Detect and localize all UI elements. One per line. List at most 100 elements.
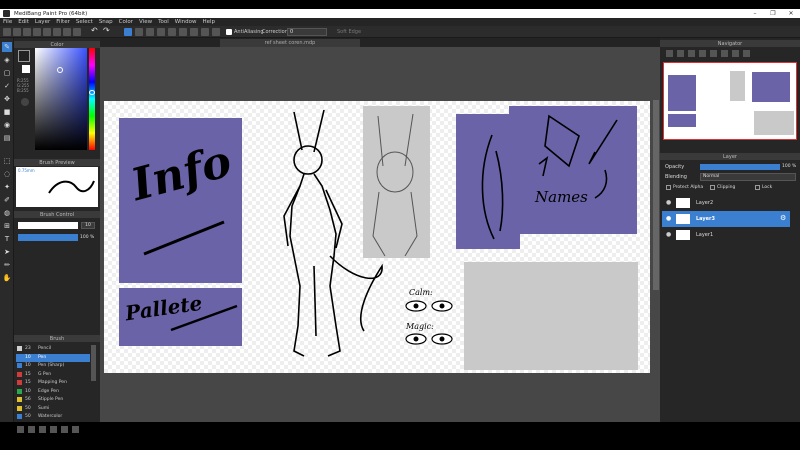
add-brush-icon[interactable] xyxy=(17,426,24,433)
rotate-right-icon[interactable] xyxy=(721,50,728,57)
secondary-color-swatch[interactable] xyxy=(22,65,30,73)
rotate-left-icon[interactable] xyxy=(710,50,717,57)
text-tool-icon[interactable]: T xyxy=(2,234,12,244)
gradient-tool-icon[interactable]: ▤ xyxy=(2,133,12,143)
menu-filter[interactable]: Filter xyxy=(56,19,70,25)
brush-size-slider[interactable] xyxy=(18,222,78,229)
eraser-tool-icon[interactable]: ◈ xyxy=(2,55,12,65)
divide-tool-icon[interactable]: ⊞ xyxy=(2,221,12,231)
brush-size-input[interactable]: 10 xyxy=(81,222,95,229)
brush-list-item[interactable]: 56 Stipple Pen xyxy=(16,396,90,404)
brush-import-icon[interactable] xyxy=(39,426,46,433)
snap-vanish-icon[interactable] xyxy=(201,28,209,36)
brush-list-item[interactable]: 15 Mapping Pen xyxy=(16,379,90,387)
menu-help[interactable]: Help xyxy=(202,19,215,25)
menu-select[interactable]: Select xyxy=(76,19,93,25)
navigator-preview[interactable] xyxy=(663,62,797,140)
layer-row-selected[interactable]: ● Layer3 ⚙ xyxy=(662,211,790,227)
check-icon[interactable]: ✓ xyxy=(2,81,12,91)
brush-tool-icon[interactable]: ✎ xyxy=(2,42,12,52)
document-tab[interactable]: ref sheet coren.mdp xyxy=(220,39,360,47)
zoom-in-icon[interactable] xyxy=(666,50,673,57)
snap-curve-icon[interactable] xyxy=(190,28,198,36)
open-file-icon[interactable] xyxy=(13,28,21,36)
select-pen-icon[interactable]: ✐ xyxy=(2,195,12,205)
layer-row[interactable]: ● Layer1 xyxy=(662,227,790,243)
menu-edit[interactable]: Edit xyxy=(18,19,29,25)
zoom-out-icon[interactable] xyxy=(677,50,684,57)
new-file-icon[interactable] xyxy=(3,28,11,36)
minimize-icon[interactable]: – xyxy=(746,9,764,18)
zoom-actual-icon[interactable] xyxy=(699,50,706,57)
color-sv-picker[interactable] xyxy=(35,48,87,150)
brush-list-item[interactable]: 10 Pen xyxy=(16,353,90,362)
vertical-scrollbar[interactable] xyxy=(653,100,659,290)
snap-off-icon[interactable] xyxy=(124,28,132,36)
brush-list-item[interactable]: 15 G Pen xyxy=(16,371,90,379)
flip-icon[interactable] xyxy=(743,50,750,57)
undo-icon[interactable]: ↶ xyxy=(91,26,99,35)
protect-alpha-checkbox[interactable] xyxy=(666,185,671,190)
brush-list-scrollbar[interactable] xyxy=(91,345,96,381)
layer-opacity-slider[interactable] xyxy=(700,164,780,170)
share-icon[interactable] xyxy=(53,28,61,36)
select-eraser-icon[interactable]: ◍ xyxy=(2,208,12,218)
dot-tool-icon[interactable]: ▢ xyxy=(2,68,12,78)
hand-tool-icon[interactable]: ✋ xyxy=(2,273,12,283)
menu-layer[interactable]: Layer xyxy=(35,19,50,25)
save-icon[interactable] xyxy=(23,28,31,36)
menu-color[interactable]: Color xyxy=(119,19,133,25)
rotate-reset-icon[interactable] xyxy=(732,50,739,57)
operation-tool-icon[interactable]: ➤ xyxy=(2,247,12,257)
snap-circle-icon[interactable] xyxy=(179,28,187,36)
brush-list-item[interactable]: 23 Pencil xyxy=(16,345,90,353)
layer-row[interactable]: ● Layer2 xyxy=(662,195,790,211)
menu-snap[interactable]: Snap xyxy=(99,19,113,25)
brush-list-item[interactable]: 50 Watercolor xyxy=(16,413,90,421)
brush-folder-icon[interactable] xyxy=(50,426,57,433)
menu-tool[interactable]: Tool xyxy=(158,19,169,25)
brush-opacity-slider[interactable] xyxy=(18,234,78,241)
brush-list-item[interactable]: 10 Edge Pen xyxy=(16,388,90,396)
snap-parallel-icon[interactable] xyxy=(135,28,143,36)
layer-visibility-icon[interactable]: ● xyxy=(666,231,671,238)
brush-delete-icon[interactable] xyxy=(72,426,79,433)
menu-view[interactable]: View xyxy=(139,19,152,25)
lock-checkbox[interactable] xyxy=(755,185,760,190)
brush-list-item[interactable]: 50 Sumi xyxy=(16,405,90,413)
help-icon[interactable] xyxy=(73,28,81,36)
brush-copy-icon[interactable] xyxy=(28,426,35,433)
magic-wand-icon[interactable]: ✦ xyxy=(2,182,12,192)
blending-select[interactable]: Normal xyxy=(700,173,796,181)
layer-visibility-icon[interactable]: ● xyxy=(666,215,671,222)
drawing-canvas[interactable]: Info Pallete Names Calm: Magic: xyxy=(104,101,650,373)
shape-tool-icon[interactable]: ■ xyxy=(2,107,12,117)
menu-file[interactable]: File xyxy=(3,19,12,25)
close-icon[interactable]: ✕ xyxy=(782,9,800,18)
clipping-checkbox[interactable] xyxy=(710,185,715,190)
snap-settings-icon[interactable] xyxy=(212,28,220,36)
correction-select[interactable]: 0 xyxy=(287,28,327,36)
cloud-icon[interactable] xyxy=(33,28,41,36)
snap-cross-icon[interactable] xyxy=(146,28,154,36)
redo-icon[interactable]: ↷ xyxy=(103,26,111,35)
zoom-fit-icon[interactable] xyxy=(688,50,695,57)
primary-color-swatch[interactable] xyxy=(18,50,30,62)
gallery-icon[interactable] xyxy=(63,28,71,36)
move-tool-icon[interactable]: ✥ xyxy=(2,94,12,104)
hue-slider[interactable] xyxy=(89,48,95,150)
snap-grid-icon[interactable] xyxy=(157,28,165,36)
lasso-tool-icon[interactable]: ◌ xyxy=(2,169,12,179)
fill-tool-icon[interactable]: ◉ xyxy=(2,120,12,130)
settings-icon[interactable] xyxy=(43,28,51,36)
select-tool-icon[interactable]: ⬚ xyxy=(2,156,12,166)
snap-radial-icon[interactable] xyxy=(168,28,176,36)
layer-visibility-icon[interactable]: ● xyxy=(666,199,671,206)
maximize-icon[interactable]: ❐ xyxy=(764,9,782,18)
menu-window[interactable]: Window xyxy=(175,19,197,25)
color-mode-icon[interactable] xyxy=(21,98,29,106)
brush-cloud-icon[interactable] xyxy=(61,426,68,433)
brush-list-item[interactable]: 10 Pen (Sharp) xyxy=(16,362,90,370)
antialias-checkbox[interactable] xyxy=(226,29,232,35)
layer-settings-gear-icon[interactable]: ⚙ xyxy=(780,214,786,222)
